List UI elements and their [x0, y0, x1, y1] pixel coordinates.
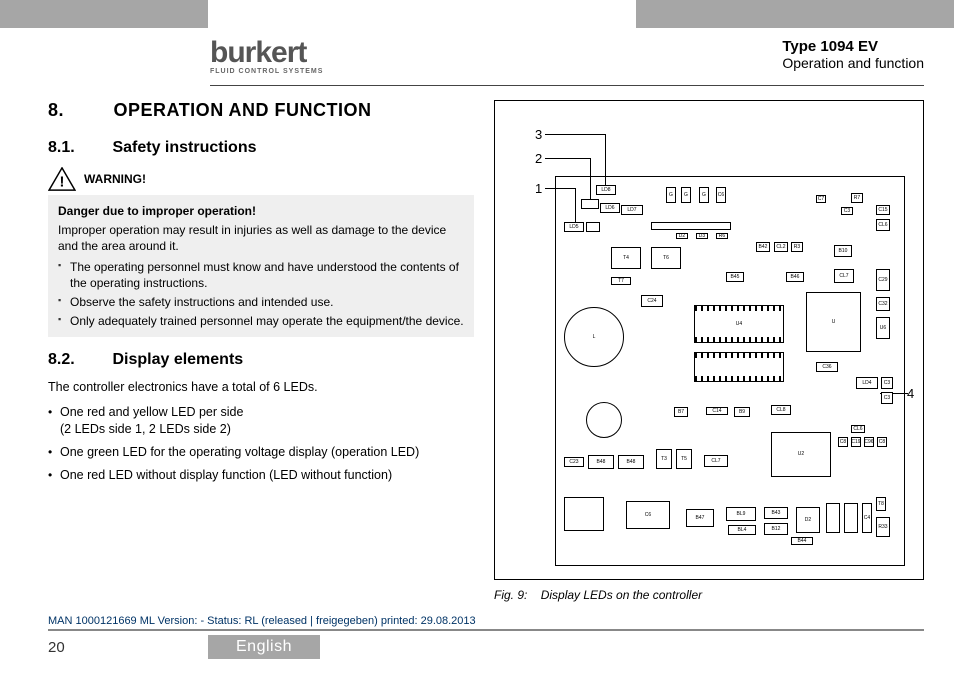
- right-column: 3 2 1 4 LD8 LD6 LD7 LD5 G G: [494, 100, 924, 613]
- subsection-display: 8.2. Display elements: [48, 351, 474, 369]
- brand-logo: burkert FLUID CONTROL SYSTEMS: [210, 38, 323, 75]
- callout-1: 1: [535, 181, 542, 196]
- danger-body: Improper operation may result in injurie…: [58, 222, 464, 254]
- callout-2: 2: [535, 151, 542, 166]
- doc-section-name: Operation and function: [782, 55, 924, 71]
- section-heading: 8. OPERATION AND FUNCTION: [48, 100, 474, 121]
- language-tab: English: [208, 635, 320, 659]
- footer-metadata: MAN 1000121669 ML Version: - Status: RL …: [48, 615, 924, 631]
- subsection-title: Display elements: [112, 351, 243, 368]
- danger-title: Danger due to improper operation!: [58, 203, 464, 219]
- callout-4: 4: [907, 386, 914, 401]
- subsection-number: 8.1.: [48, 139, 108, 157]
- display-bullets: One red and yellow LED per side (2 LEDs …: [48, 404, 474, 484]
- svg-text:!: !: [60, 174, 65, 190]
- callout-line: [545, 134, 605, 135]
- warning-bullets: The operating personnel must know and ha…: [58, 259, 464, 330]
- subsection-number: 8.2.: [48, 351, 108, 369]
- warning-header: ! WARNING!: [48, 167, 474, 191]
- top-bar-right: [636, 0, 954, 28]
- warning-bullet: Only adequately trained personnel may op…: [58, 313, 464, 329]
- warning-label: WARNING!: [84, 172, 474, 186]
- main-content: 8. OPERATION AND FUNCTION 8.1. Safety in…: [48, 100, 924, 613]
- subsection-title: Safety instructions: [112, 139, 256, 156]
- warning-icon: !: [48, 167, 76, 191]
- brand-tagline: FLUID CONTROL SYSTEMS: [210, 68, 323, 75]
- warning-bullet: Observe the safety instructions and inte…: [58, 294, 464, 310]
- page-header: burkert FLUID CONTROL SYSTEMS Type 1094 …: [210, 38, 924, 86]
- figure-caption: Fig. 9: Display LEDs on the controller: [494, 588, 924, 602]
- callout-3: 3: [535, 127, 542, 142]
- display-bullet: One red LED without display function (LE…: [48, 467, 474, 484]
- footer-row: 20 English: [48, 635, 924, 659]
- top-decor-bars: [0, 0, 954, 28]
- doc-type: Type 1094 EV: [782, 38, 924, 55]
- section-number: 8.: [48, 100, 108, 121]
- top-bar-left: [0, 0, 208, 28]
- display-bullet: One green LED for the operating voltage …: [48, 444, 474, 461]
- warning-bullet: The operating personnel must know and ha…: [58, 259, 464, 291]
- figure-number: Fig. 9:: [494, 588, 527, 602]
- display-intro: The controller electronics have a total …: [48, 379, 474, 396]
- subsection-safety: 8.1. Safety instructions: [48, 139, 474, 157]
- display-bullet: One red and yellow LED per side (2 LEDs …: [48, 404, 474, 438]
- callout-line: [545, 158, 590, 159]
- doc-identity: Type 1094 EV Operation and function: [782, 38, 924, 71]
- figure-caption-text: Display LEDs on the controller: [541, 588, 702, 602]
- figure-pcb: 3 2 1 4 LD8 LD6 LD7 LD5 G G: [494, 100, 924, 580]
- brand-name: burkert: [210, 38, 323, 68]
- section-title-text: OPERATION AND FUNCTION: [114, 100, 372, 120]
- left-column: 8. OPERATION AND FUNCTION 8.1. Safety in…: [48, 100, 474, 613]
- pcb-outline: LD8 LD6 LD7 LD5 G G G C6 C7 R7 C3 C15 CL…: [555, 176, 905, 566]
- warning-box: Danger due to improper operation! Improp…: [48, 195, 474, 337]
- page-number: 20: [48, 639, 208, 656]
